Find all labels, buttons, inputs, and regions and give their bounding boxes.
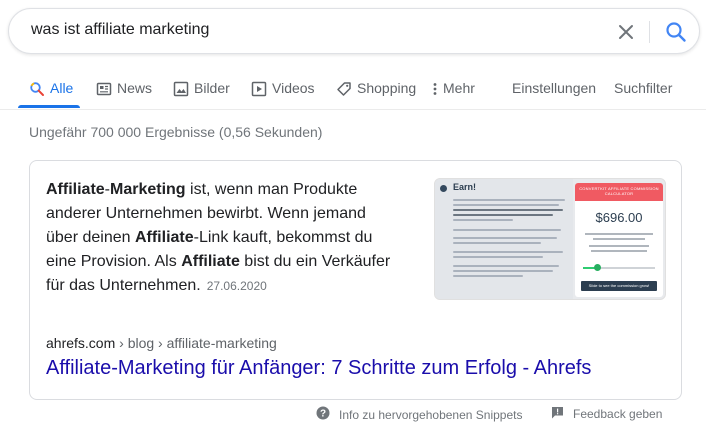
tab-label: Videos (272, 80, 315, 96)
url-path: › blog › affiliate-marketing (115, 335, 277, 351)
tab-label: Alle (50, 80, 74, 96)
answer-highlight: Affiliate (46, 181, 105, 198)
url-domain: ahrefs.com (46, 335, 116, 351)
answer-highlight: Affiliate (181, 253, 240, 270)
snippet-date: 27.06.2020 (206, 279, 267, 293)
search-icon[interactable] (664, 20, 688, 44)
tag-icon (336, 80, 352, 97)
feedback-link[interactable]: Feedback geben (551, 406, 662, 422)
search-icon (29, 80, 45, 97)
tab-more[interactable]: Mehr (432, 80, 475, 110)
svg-text:?: ? (320, 409, 326, 420)
tab-label: Shopping (357, 80, 417, 96)
tabs-divider (0, 109, 706, 110)
about-snippets-link[interactable]: ? Info zu hervorgehobenen Snippets (316, 406, 522, 423)
settings-link[interactable]: Einstellungen (512, 80, 596, 110)
more-vert-icon (432, 80, 438, 97)
tab-label: Mehr (443, 80, 475, 96)
slider-handle-icon (594, 264, 601, 271)
close-icon[interactable] (615, 21, 637, 43)
image-text-panel: Earn! (435, 179, 573, 299)
result-url: ahrefs.com › blog › affiliate-marketing (46, 335, 277, 351)
search-input[interactable]: was ist affiliate marketing (31, 21, 209, 39)
image-icon (173, 80, 189, 97)
answer-highlight: Marketing (110, 181, 186, 198)
search-tabs: Alle News Bilder Videos Shopping Mehr Ei… (0, 76, 706, 110)
search-divider (649, 21, 650, 43)
result-stats: Ungefähr 700 000 Ergebnisse (0,56 Sekund… (29, 124, 323, 140)
calculator-value: $696.00 (595, 210, 643, 225)
tab-label: News (117, 80, 153, 96)
active-tab-indicator (18, 105, 80, 108)
tab-shopping[interactable]: Shopping (336, 80, 416, 110)
featured-snippet: Affiliate-Marketing ist, wenn man Produk… (29, 160, 682, 400)
search-tools-link[interactable]: Suchfilter (614, 80, 672, 110)
tab-videos[interactable]: Videos (251, 80, 315, 110)
snippet-image[interactable]: Earn! CONVERTKIT AFFILIATE COMMISSION CA… (434, 178, 666, 300)
news-icon (96, 80, 112, 97)
feedback-label: Feedback geben (573, 407, 663, 421)
result-title-link[interactable]: Affiliate-Marketing für Anfänger: 7 Schr… (46, 357, 591, 380)
snippet-answer: Affiliate-Marketing ist, wenn man Produk… (46, 178, 398, 298)
commission-calculator: CONVERTKIT AFFILIATE COMMISSION CALCULAT… (575, 183, 663, 297)
calculator-header: CONVERTKIT AFFILIATE COMMISSION CALCULAT… (575, 183, 663, 201)
video-icon (251, 80, 267, 97)
search-bar: was ist affiliate marketing (8, 8, 700, 54)
help-circle-icon: ? (316, 406, 330, 423)
answer-highlight: Affiliate (134, 229, 194, 246)
about-snippets-label: Info zu hervorgehobenen Snippets (339, 407, 523, 422)
tab-label: Bilder (194, 80, 230, 96)
feedback-icon (551, 406, 564, 422)
tab-images[interactable]: Bilder (173, 80, 230, 110)
image-title: Earn! (453, 182, 477, 192)
bullet-icon (440, 185, 447, 192)
calculator-button: Slide to see the commission grow! (581, 281, 657, 291)
tab-news[interactable]: News (96, 80, 152, 110)
